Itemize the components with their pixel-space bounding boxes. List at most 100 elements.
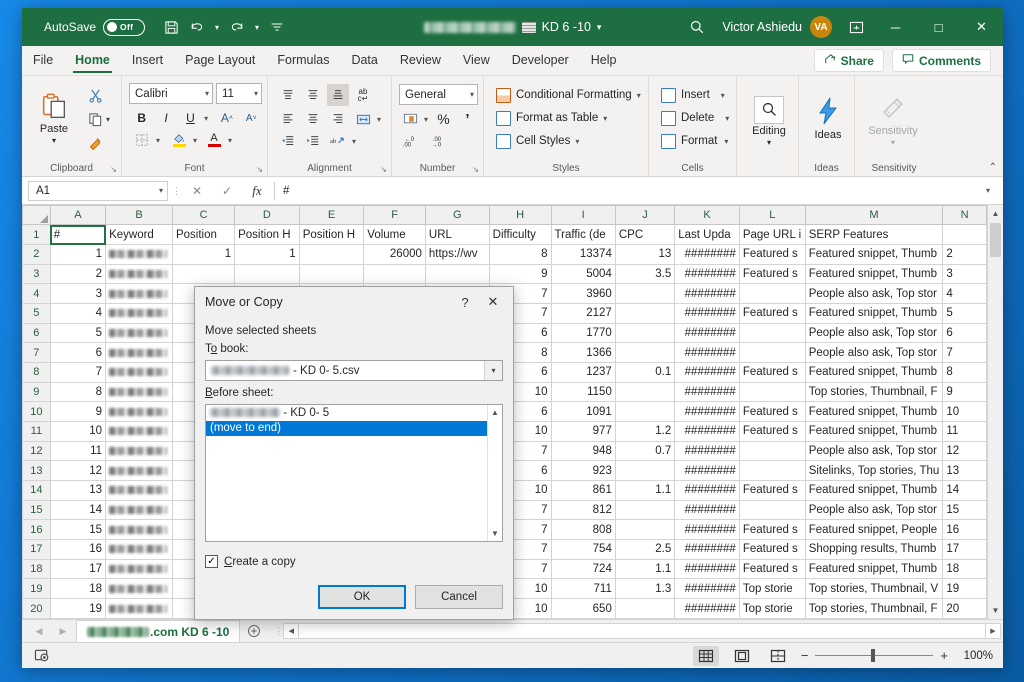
cell-n20[interactable]: 20 xyxy=(943,599,987,619)
cell-c2[interactable]: 1 xyxy=(172,245,234,265)
cell-n10[interactable]: 10 xyxy=(943,402,987,422)
zoom-slider-handle[interactable] xyxy=(871,649,875,662)
cell-j14[interactable]: 1.1 xyxy=(615,481,674,501)
horizontal-scrollbar-grip[interactable]: ⋮ xyxy=(274,628,283,635)
row-header-17[interactable]: 17 xyxy=(23,540,51,560)
cell-n19[interactable]: 19 xyxy=(943,579,987,599)
sheet-prev-arrow-icon[interactable]: ◀ xyxy=(28,620,50,642)
cell-a16[interactable]: 15 xyxy=(50,520,105,540)
tab-home[interactable]: Home xyxy=(64,45,121,75)
tab-review[interactable]: Review xyxy=(389,45,452,75)
sheet-tab-active[interactable]: .com KD 6 -10 xyxy=(76,620,240,642)
cell-j10[interactable] xyxy=(615,402,674,422)
column-header-k[interactable]: K xyxy=(675,206,740,225)
zoom-slider[interactable] xyxy=(815,649,933,663)
cell-k19[interactable]: ######## xyxy=(675,579,740,599)
listbox-scroll-up-icon[interactable]: ▲ xyxy=(491,405,499,420)
cell-a5[interactable]: 4 xyxy=(50,304,105,324)
cell-e1[interactable]: Position H xyxy=(299,225,364,245)
conditional-formatting-button[interactable]: Conditional Formatting ▾ xyxy=(493,84,643,106)
copy-icon[interactable] xyxy=(84,108,106,130)
cell-n1[interactable] xyxy=(943,225,987,245)
cell-a9[interactable]: 8 xyxy=(50,382,105,402)
listbox-scroll-down-icon[interactable]: ▼ xyxy=(491,526,499,541)
row-header-12[interactable]: 12 xyxy=(23,441,51,461)
cell-styles-button[interactable]: Cell Styles ▾ xyxy=(493,130,643,152)
align-right-icon[interactable] xyxy=(327,108,349,130)
cell-i14[interactable]: 861 xyxy=(551,481,615,501)
row-header-14[interactable]: 14 xyxy=(23,481,51,501)
cell-i19[interactable]: 711 xyxy=(551,579,615,599)
format-cells-chevron-down-icon[interactable]: ▾ xyxy=(724,137,728,146)
column-header-c[interactable]: C xyxy=(172,206,234,225)
cell-b14[interactable] xyxy=(106,481,173,501)
cell-a17[interactable]: 16 xyxy=(50,540,105,560)
cell-b7[interactable] xyxy=(106,343,173,363)
cell-j13[interactable] xyxy=(615,461,674,481)
cell-l6[interactable] xyxy=(739,323,805,343)
cell-a11[interactable]: 10 xyxy=(50,422,105,442)
row-header-4[interactable]: 4 xyxy=(23,284,51,304)
cell-k15[interactable]: ######## xyxy=(675,500,740,520)
row-header-9[interactable]: 9 xyxy=(23,382,51,402)
cell-f2[interactable]: 26000 xyxy=(364,245,426,265)
row-header-5[interactable]: 5 xyxy=(23,304,51,324)
cell-b17[interactable] xyxy=(106,540,173,560)
paste-button[interactable]: Paste ▾ xyxy=(27,83,81,153)
row-header-15[interactable]: 15 xyxy=(23,500,51,520)
cell-j19[interactable]: 1.3 xyxy=(615,579,674,599)
cell-m4[interactable]: People also ask, Top stor xyxy=(805,284,943,304)
page-layout-view-icon[interactable] xyxy=(729,646,755,666)
cell-n8[interactable]: 8 xyxy=(943,363,987,383)
cell-j17[interactable]: 2.5 xyxy=(615,540,674,560)
scroll-left-arrow-icon[interactable]: ◀ xyxy=(283,623,299,639)
cell-k8[interactable]: ######## xyxy=(675,363,740,383)
cell-n11[interactable]: 11 xyxy=(943,422,987,442)
maximize-button[interactable]: □ xyxy=(917,8,960,46)
cell-a3[interactable]: 2 xyxy=(50,264,105,284)
cell-k16[interactable]: ######## xyxy=(675,520,740,540)
create-a-copy-row[interactable]: ✓ CCreate a copyreate a copy xyxy=(205,555,503,568)
cell-i9[interactable]: 1150 xyxy=(551,382,615,402)
cell-b5[interactable] xyxy=(106,304,173,324)
cell-l15[interactable] xyxy=(739,500,805,520)
orientation-icon[interactable]: abc↵ xyxy=(352,84,374,106)
percent-style-button[interactable]: % xyxy=(433,108,454,130)
scroll-down-arrow-icon[interactable]: ▼ xyxy=(988,602,1004,619)
cell-l12[interactable] xyxy=(739,441,805,461)
column-header-f[interactable]: F xyxy=(364,206,426,225)
cell-k5[interactable]: ######## xyxy=(675,304,740,324)
to-book-select[interactable]: - KD 0- 5.csv ▾ xyxy=(205,360,503,381)
to-book-chevron-down-icon[interactable]: ▾ xyxy=(484,361,502,380)
alignment-dialog-launcher-icon[interactable]: ↘ xyxy=(380,165,387,174)
cell-l2[interactable]: Featured s xyxy=(739,245,805,265)
accounting-format-icon[interactable] xyxy=(400,108,421,130)
cell-k11[interactable]: ######## xyxy=(675,422,740,442)
column-header-m[interactable]: M xyxy=(805,206,943,225)
cell-a13[interactable]: 12 xyxy=(50,461,105,481)
customize-quick-access-icon[interactable] xyxy=(265,15,289,39)
cell-m18[interactable]: Featured snippet, Thumb xyxy=(805,559,943,579)
cell-k4[interactable]: ######## xyxy=(675,284,740,304)
cell-n14[interactable]: 14 xyxy=(943,481,987,501)
cell-a18[interactable]: 17 xyxy=(50,559,105,579)
horizontal-scrollbar-track[interactable] xyxy=(299,623,985,639)
cell-a12[interactable]: 11 xyxy=(50,441,105,461)
cell-a20[interactable]: 19 xyxy=(50,599,105,619)
cell-j18[interactable]: 1.1 xyxy=(615,559,674,579)
cell-k7[interactable]: ######## xyxy=(675,343,740,363)
row-header-11[interactable]: 11 xyxy=(23,422,51,442)
cell-a8[interactable]: 7 xyxy=(50,363,105,383)
formula-input[interactable]: # xyxy=(274,181,975,201)
cell-i7[interactable]: 1366 xyxy=(551,343,615,363)
cell-a7[interactable]: 6 xyxy=(50,343,105,363)
cell-m3[interactable]: Featured snippet, Thumb xyxy=(805,264,943,284)
cell-n4[interactable]: 4 xyxy=(943,284,987,304)
tab-file[interactable]: File xyxy=(22,45,64,75)
select-all-corner[interactable] xyxy=(23,206,51,225)
cell-j16[interactable] xyxy=(615,520,674,540)
format-painter-icon[interactable] xyxy=(84,132,106,154)
cell-l4[interactable] xyxy=(739,284,805,304)
cell-j3[interactable]: 3.5 xyxy=(615,264,674,284)
row-header-1[interactable]: 1 xyxy=(23,225,51,245)
